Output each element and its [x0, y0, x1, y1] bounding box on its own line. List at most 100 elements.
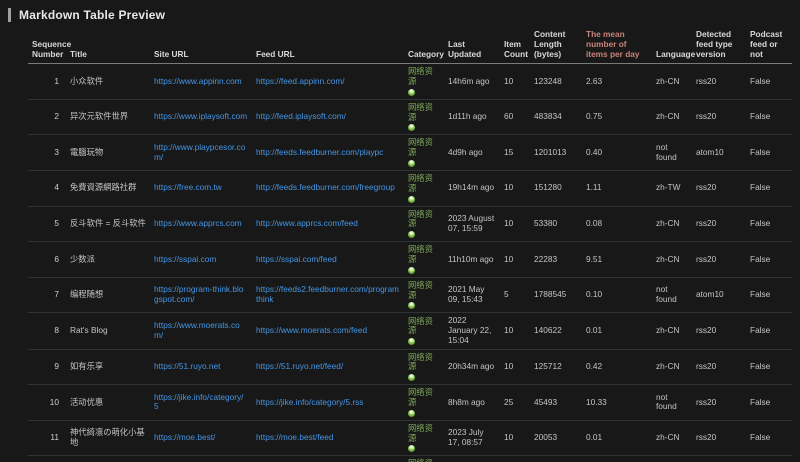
cell-language: zh-CN — [652, 313, 692, 349]
cell-title: 活动优惠 — [66, 385, 150, 421]
cell-feed-url-link[interactable]: https://feeds2.feedburner.com/programthi… — [256, 284, 399, 304]
cell-feed-type: rss20 — [692, 64, 746, 100]
cell-podcast-text: False — [750, 218, 770, 228]
cell-feed-type-text: rss20 — [696, 182, 716, 192]
cell-content-length: 1201013 — [530, 135, 582, 171]
cell-last-updated: 2023 July 17, 08:57 — [444, 420, 500, 456]
category-label: 网络资源 — [408, 424, 440, 444]
cell-site-url-link[interactable]: http://www.playpcesor.com/ — [154, 142, 245, 162]
cell-last-updated-text: 2023 July 17, 08:57 — [448, 427, 484, 447]
cell-title: Rat's Blog — [66, 313, 150, 349]
cell-mean-per-day: 2.63 — [582, 64, 652, 100]
cell-site-url-link[interactable]: https://www.apprcs.com — [154, 218, 242, 228]
green-circle-icon — [408, 445, 415, 452]
cell-site-url-link[interactable]: https://moe.best/ — [154, 432, 215, 442]
cell-language: zh-CN — [652, 456, 692, 462]
cell-last-updated: 20h34m ago — [444, 349, 500, 385]
cell-podcast-text: False — [750, 325, 770, 335]
cell-sequence-number-text: 9 — [54, 361, 59, 371]
cell-item-count-text: 15 — [504, 147, 513, 157]
cell-feed-url-link[interactable]: https://feed.appinn.com/ — [256, 76, 345, 86]
cell-feed-type-text: atom10 — [696, 289, 724, 299]
cell-feed-url: http://feed.iplaysoft.com/ — [252, 99, 404, 135]
cell-language: zh-TW — [652, 171, 692, 207]
cell-mean-per-day-text: 0.01 — [586, 325, 602, 335]
cell-feed-type: rss20 — [692, 385, 746, 421]
title-accent-bar — [8, 8, 11, 22]
cell-item-count: 20 — [500, 456, 530, 462]
cell-sequence-number: 3 — [28, 135, 66, 171]
cell-feed-url-link[interactable]: https://51.ruyo.net/feed/ — [256, 361, 343, 371]
cell-item-count: 25 — [500, 385, 530, 421]
cell-item-count: 10 — [500, 349, 530, 385]
cell-site-url-link[interactable]: https://www.iplaysoft.com — [154, 111, 247, 121]
cell-last-updated-text: 4d9h ago — [448, 147, 483, 157]
cell-category: 网络资源 — [404, 242, 444, 278]
column-header-length: Content Length (bytes) — [530, 27, 582, 64]
category-label: 网络资源 — [408, 67, 440, 87]
cell-site-url-link[interactable]: https://jike.info/category/5 — [154, 392, 243, 412]
cell-title: 编程随想 — [66, 277, 150, 313]
cell-site-url-link[interactable]: https://www.moerats.com/ — [154, 320, 240, 340]
cell-mean-per-day-text: 10.33 — [586, 397, 607, 407]
cell-last-updated: 19h14m ago — [444, 171, 500, 207]
cell-feed-url-link[interactable]: http://www.apprcs.com/feed — [256, 218, 358, 228]
cell-podcast-text: False — [750, 254, 770, 264]
green-circle-icon — [408, 302, 415, 309]
cell-feed-url-link[interactable]: http://feeds.feedburner.com/playpc — [256, 147, 383, 157]
cell-feed-url-link[interactable]: https://moe.best/feed — [256, 432, 333, 442]
cell-item-count: 60 — [500, 99, 530, 135]
cell-mean-per-day: 0.90 — [582, 456, 652, 462]
cell-language: zh-CN — [652, 206, 692, 242]
cell-sequence-number-text: 11 — [50, 432, 59, 442]
cell-feed-url-link[interactable]: https://jike.info/category/5.rss — [256, 397, 363, 407]
page-title: Markdown Table Preview — [19, 8, 165, 22]
cell-feed-type: rss20 — [692, 313, 746, 349]
cell-mean-per-day: 10.33 — [582, 385, 652, 421]
cell-category: 网络资源 — [404, 64, 444, 100]
table-row: 9如有乐享https://51.ruyo.nethttps://51.ruyo.… — [28, 349, 792, 385]
cell-sequence-number-text: 2 — [54, 111, 59, 121]
cell-podcast: False — [746, 385, 792, 421]
cell-feed-url: https://51.ruyo.net/feed/ — [252, 349, 404, 385]
cell-last-updated-text: 8h8m ago — [448, 397, 485, 407]
cell-title: 神代綺凛の萌化小基地 — [66, 420, 150, 456]
cell-last-updated-text: 2023 August 07, 15:59 — [448, 213, 494, 233]
column-header-feed: Feed URL — [252, 27, 404, 64]
cell-site-url-link[interactable]: https://sspai.com — [154, 254, 216, 264]
cell-language: not found — [652, 277, 692, 313]
cell-title-text: 少数派 — [70, 254, 95, 264]
cell-feed-type-text: rss20 — [696, 76, 716, 86]
preview-title: Markdown Table Preview — [8, 8, 800, 22]
cell-sequence-number-text: 5 — [54, 218, 59, 228]
cell-last-updated-text: 1d11h ago — [448, 111, 487, 121]
cell-site-url: http://www.playpcesor.com/ — [150, 135, 252, 171]
cell-feed-url-link[interactable]: https://www.moerats.com/feed — [256, 325, 367, 335]
cell-podcast: False — [746, 313, 792, 349]
table-row: 4免費資源網路社群https://free.com.twhttp://feeds… — [28, 171, 792, 207]
cell-sequence-number: 7 — [28, 277, 66, 313]
cell-site-url-link[interactable]: https://51.ruyo.net — [154, 361, 220, 371]
cell-feed-url-link[interactable]: http://feeds.feedburner.com/freegroup — [256, 182, 395, 192]
cell-last-updated-text: 2022 January 22, 15:04 — [448, 315, 491, 345]
cell-feed-type-text: rss20 — [696, 361, 716, 371]
column-header-podcast: Podcast feed or not — [746, 27, 792, 64]
cell-site-url-link[interactable]: https://www.appinn.com — [154, 76, 242, 86]
category-label: 网络资源 — [408, 353, 440, 373]
green-circle-icon — [408, 196, 415, 203]
cell-item-count-text: 10 — [504, 76, 513, 86]
cell-content-length: 20053 — [530, 420, 582, 456]
cell-content-length: 151280 — [530, 171, 582, 207]
cell-site-url: https://www.moerats.com/ — [150, 313, 252, 349]
cell-title-text: 编程随想 — [70, 289, 103, 299]
cell-sequence-number: 10 — [28, 385, 66, 421]
table-row: 10活动优惠https://jike.info/category/5 https:… — [28, 385, 792, 421]
cell-last-updated: 2021 May 09, 15:43 — [444, 277, 500, 313]
cell-feed-url-link[interactable]: http://feed.iplaysoft.com/ — [256, 111, 346, 121]
cell-feed-url-link[interactable]: https://sspai.com/feed — [256, 254, 337, 264]
column-header-title: Title — [66, 27, 150, 64]
cell-site-url-link[interactable]: https://program-think.blogspot.com/ — [154, 284, 243, 304]
cell-podcast: False — [746, 171, 792, 207]
cell-site-url-link[interactable]: https://free.com.tw — [154, 182, 222, 192]
cell-feed-type: rss20 — [692, 456, 746, 462]
